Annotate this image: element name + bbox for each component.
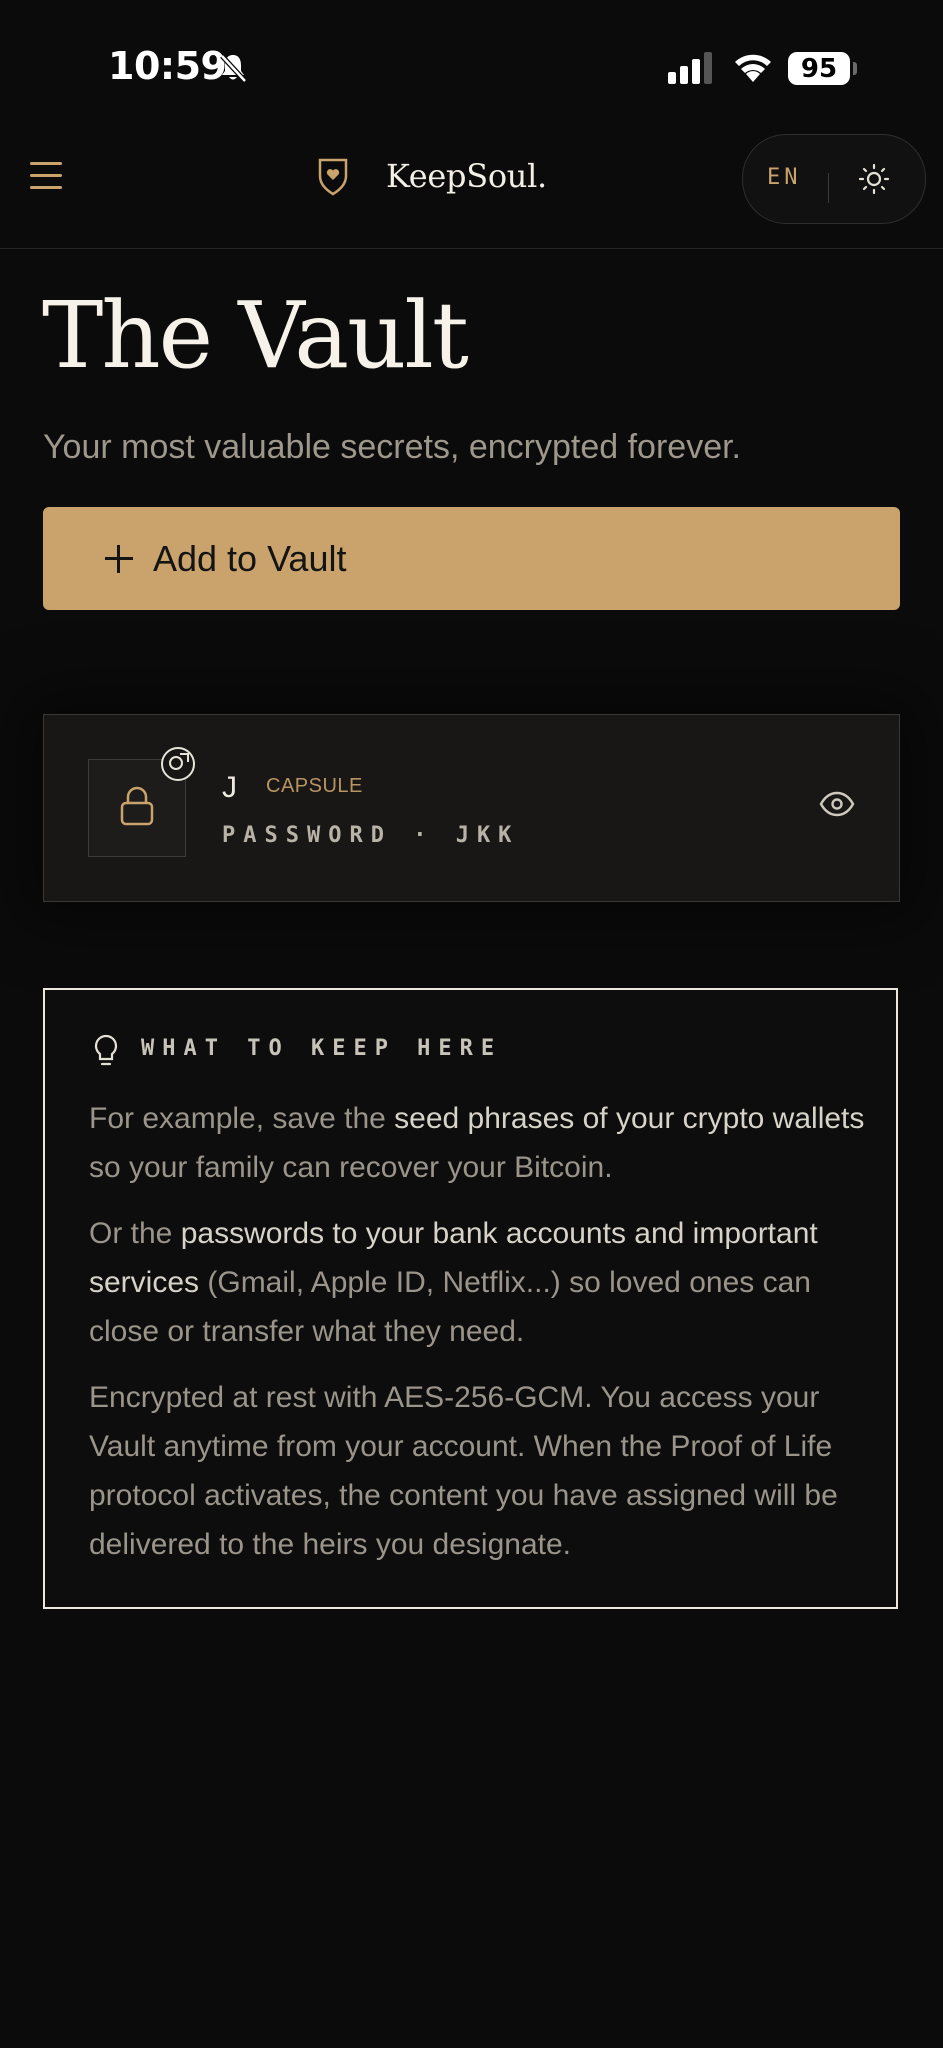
- lightbulb-icon: [93, 1034, 119, 1073]
- tips-paragraph-1: For example, save the seed phrases of yo…: [89, 1102, 865, 1184]
- page-subtitle: Your most valuable secrets, encrypted fo…: [43, 428, 741, 466]
- language-toggle[interactable]: EN: [767, 165, 802, 190]
- tips-heading: WHAT TO KEEP HERE: [141, 1036, 503, 1061]
- hamburger-menu-icon[interactable]: [30, 162, 66, 198]
- vault-item[interactable]: J CAPSULE PASSWORD · JKK: [43, 714, 900, 902]
- divider: [828, 173, 829, 203]
- bell-slash-icon: [218, 52, 248, 89]
- page-title: The Vault: [42, 282, 469, 389]
- status-time: 10:59: [108, 44, 227, 88]
- tips-paragraph-3: Encrypted at rest with AES-256-GCM. You …: [89, 1381, 838, 1561]
- battery-level: 95: [800, 53, 838, 84]
- tips-body: For example, save the seed phrases of yo…: [89, 1094, 869, 1586]
- eye-icon[interactable]: [819, 791, 855, 822]
- brand-name: KeepSoul.: [386, 157, 547, 195]
- battery-tip: [853, 62, 857, 75]
- gender-male-icon: [161, 747, 195, 781]
- lock-icon: [117, 784, 157, 833]
- battery-icon: 95: [788, 52, 850, 85]
- what-to-keep-panel: WHAT TO KEEP HERE For example, save the …: [43, 988, 898, 1609]
- language-theme-switcher: EN: [742, 134, 926, 224]
- sun-icon[interactable]: [858, 163, 890, 200]
- brand-logo[interactable]: KeepSoul.: [316, 156, 547, 196]
- plus-icon: [105, 544, 133, 573]
- shield-heart-icon: [316, 156, 350, 196]
- cellular-signal-icon: [668, 52, 716, 89]
- vault-item-meta: PASSWORD · JKK: [222, 823, 520, 848]
- add-to-vault-button[interactable]: Add to Vault: [43, 507, 900, 610]
- vault-item-name: J: [222, 771, 237, 804]
- add-to-vault-label: Add to Vault: [153, 537, 347, 579]
- status-bar: 10:59 95: [0, 0, 943, 120]
- wifi-icon: [732, 50, 774, 87]
- vault-item-tag: CAPSULE: [266, 775, 363, 797]
- top-navbar: KeepSoul. EN: [0, 120, 943, 249]
- tips-paragraph-2: Or the passwords to your bank accounts a…: [89, 1217, 818, 1348]
